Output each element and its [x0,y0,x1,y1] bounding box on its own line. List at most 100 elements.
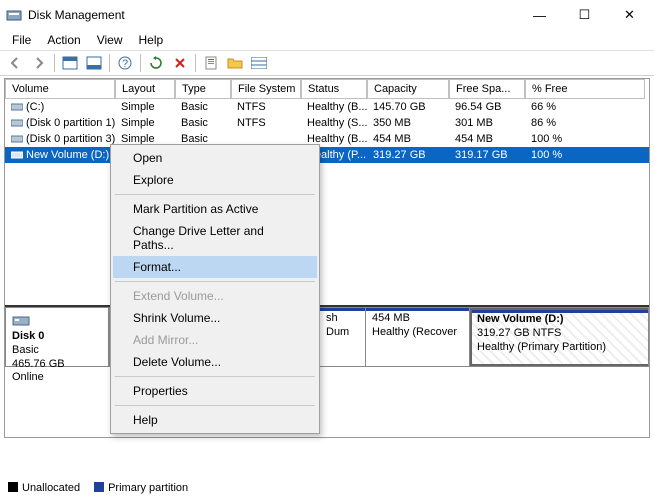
title-bar: Disk Management — ☐ ✕ [0,0,654,30]
minimize-button[interactable]: — [517,0,562,30]
cell-pct: 86 % [525,117,645,129]
menu-item-mark-active[interactable]: Mark Partition as Active [113,198,317,220]
cell-free: 319.17 GB [449,149,525,161]
properties-icon[interactable] [200,52,222,74]
back-icon[interactable] [4,52,26,74]
col-filesystem[interactable]: File System [231,79,301,99]
volume-row[interactable]: (Disk 0 partition 3) Simple Basic Health… [5,131,649,147]
legend-label: Unallocated [22,482,80,494]
cell-free: 454 MB [449,133,525,145]
cell-status: Healthy (B... [301,101,367,113]
volume-name: New Volume (D:) [26,149,109,161]
close-button[interactable]: ✕ [607,0,652,30]
cell-layout: Simple [115,101,175,113]
disk-state: Online [12,371,102,385]
cell-fs: NTFS [231,101,301,113]
drive-icon [11,133,23,143]
disk-name: Disk 0 [12,330,44,342]
volume-row[interactable]: (C:) Simple Basic NTFS Healthy (B... 145… [5,99,649,115]
cell-pct: 100 % [525,133,645,145]
legend-swatch-unallocated [8,482,18,492]
partition-label: sh Dum [326,312,359,340]
menu-bar: File Action View Help [0,30,654,50]
cell-type: Basic [175,101,231,113]
cell-free: 301 MB [449,117,525,129]
cell-pct: 66 % [525,101,645,113]
folder-icon[interactable] [224,52,246,74]
col-status[interactable]: Status [301,79,367,99]
cell-layout: Simple [115,117,175,129]
disk-type: Basic [12,344,102,358]
menu-help[interactable]: Help [131,31,172,49]
refresh-icon[interactable] [145,52,167,74]
legend: Unallocated Primary partition [8,482,188,494]
legend-swatch-primary [94,482,104,492]
col-type[interactable]: Type [175,79,231,99]
toolbar-separator [109,54,110,72]
toolbar-separator [140,54,141,72]
menu-item-shrink[interactable]: Shrink Volume... [113,307,317,329]
context-menu: Open Explore Mark Partition as Active Ch… [110,144,320,434]
volume-list: Volume Layout Type File System Status Ca… [4,78,650,438]
volume-row-selected[interactable]: New Volume (D:) Simple Basic NTFS Health… [5,147,649,163]
menu-item-extend: Extend Volume... [113,285,317,307]
cell-capacity: 454 MB [367,133,449,145]
help-icon[interactable]: ? [114,52,136,74]
menu-item-help[interactable]: Help [113,409,317,431]
cell-free: 96.54 GB [449,101,525,113]
menu-separator [115,281,315,282]
drive-icon [11,117,23,127]
cell-capacity: 145.70 GB [367,101,449,113]
menu-item-change-letter[interactable]: Change Drive Letter and Paths... [113,220,317,256]
volume-row[interactable]: (Disk 0 partition 1) Simple Basic NTFS H… [5,115,649,131]
menu-item-add-mirror: Add Mirror... [113,329,317,351]
partition-status: Healthy (Primary Partition) [477,341,643,355]
disk-icon [12,312,30,328]
column-headers: Volume Layout Type File System Status Ca… [5,79,649,99]
panel-bottom-icon[interactable] [83,52,105,74]
toolbar-separator [54,54,55,72]
partition-new-volume-selected[interactable]: New Volume (D:) 319.27 GB NTFS Healthy (… [470,308,648,366]
cell-capacity: 319.27 GB [367,149,449,161]
partition-status: Healthy (Recover [372,326,463,340]
partition-recovery[interactable]: 454 MB Healthy (Recover [366,308,470,366]
legend-label: Primary partition [108,482,188,494]
volume-name: (C:) [26,101,44,113]
volume-rows: (C:) Simple Basic NTFS Healthy (B... 145… [5,99,649,303]
menu-item-open[interactable]: Open [113,147,317,169]
window-title: Disk Management [28,8,517,22]
list-icon[interactable] [248,52,270,74]
partition-size: 319.27 GB NTFS [477,327,643,341]
col-volume[interactable]: Volume [5,79,115,99]
menu-item-properties[interactable]: Properties [113,380,317,402]
menu-item-delete[interactable]: Delete Volume... [113,351,317,373]
menu-item-explore[interactable]: Explore [113,169,317,191]
disk-info[interactable]: Disk 0 Basic 465.76 GB Online [5,307,109,367]
menu-file[interactable]: File [4,31,39,49]
delete-icon[interactable] [169,52,191,74]
svg-text:?: ? [122,58,128,70]
panel-top-icon[interactable] [59,52,81,74]
col-free[interactable]: Free Spa... [449,79,525,99]
menu-item-format[interactable]: Format... [113,256,317,278]
menu-action[interactable]: Action [39,31,88,49]
volume-name: (Disk 0 partition 3) [26,133,115,145]
cell-pct: 100 % [525,149,645,161]
partition-name: New Volume (D:) [477,313,564,325]
toolbar-separator [195,54,196,72]
partition-crash-dump[interactable]: sh Dum [320,308,366,366]
volume-name: (Disk 0 partition 1) [26,117,115,129]
maximize-button[interactable]: ☐ [562,0,607,30]
menu-separator [115,376,315,377]
col-capacity[interactable]: Capacity [367,79,449,99]
grid-empty-area [5,163,649,303]
menu-view[interactable]: View [89,31,131,49]
toolbar: ? [0,50,654,76]
cell-status: Healthy (S... [301,117,367,129]
col-pct-free[interactable]: % Free [525,79,645,99]
forward-icon[interactable] [28,52,50,74]
cell-type: Basic [175,117,231,129]
app-icon [6,7,22,23]
cell-fs: NTFS [231,117,301,129]
col-layout[interactable]: Layout [115,79,175,99]
